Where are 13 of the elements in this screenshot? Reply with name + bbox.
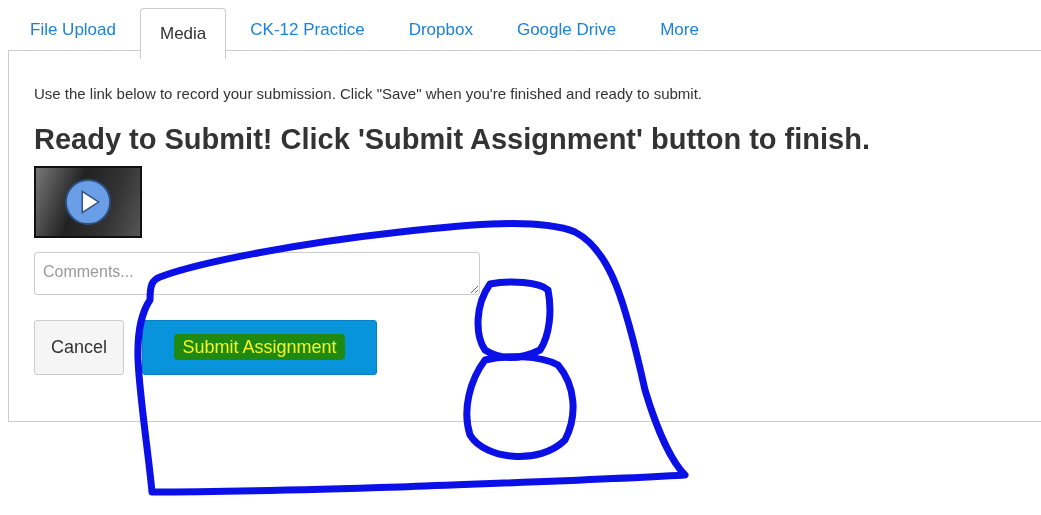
video-thumbnail[interactable] [34, 166, 142, 238]
cancel-button[interactable]: Cancel [34, 320, 125, 375]
tab[interactable]: File Upload [10, 8, 136, 50]
instructions-text: Use the link below to record your submission. Click "Save" when you're finished and ready to submit. [34, 85, 703, 102]
play-icon [64, 178, 112, 226]
submit-button[interactable]: Submit Assignment [142, 320, 378, 375]
tab[interactable]: Media [140, 8, 227, 59]
tab[interactable]: CK-12 Practice [230, 8, 385, 50]
tab[interactable]: More [640, 8, 719, 50]
comments-field[interactable]: Comments... [34, 252, 480, 295]
tab[interactable]: Google Drive [496, 8, 637, 50]
heading: Ready to Submit! Click 'Submit Assignment' button to finish. [34, 123, 871, 156]
tab[interactable]: Dropbox [388, 8, 493, 50]
